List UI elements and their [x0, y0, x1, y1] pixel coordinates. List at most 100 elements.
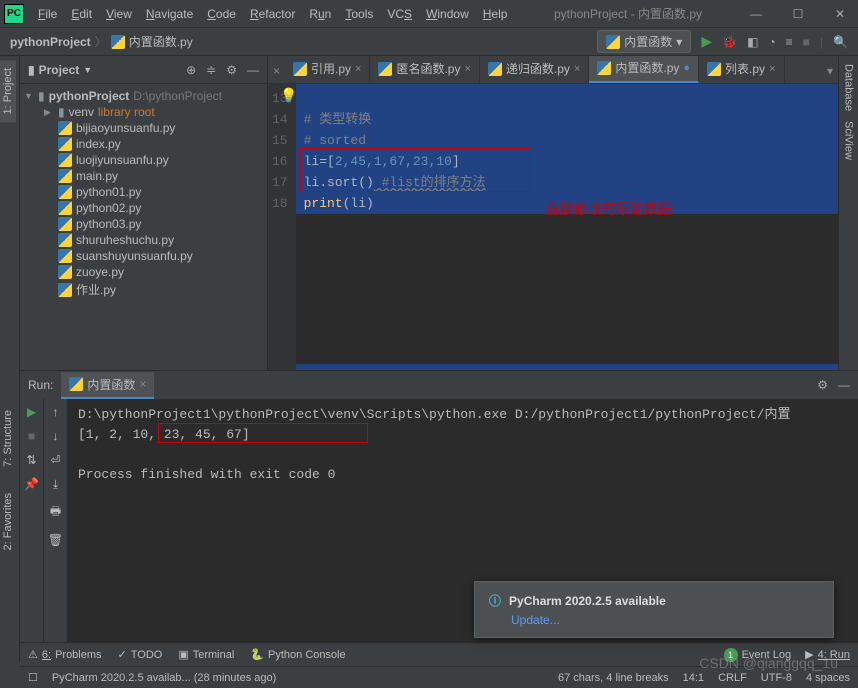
- tree-file[interactable]: bijiaoyunsuanfu.py: [20, 120, 267, 136]
- hide-panel-icon[interactable]: —: [838, 378, 850, 392]
- status-notification[interactable]: PyCharm 2020.2.5 availab... (28 minutes …: [52, 672, 276, 684]
- sciview-tool-tab[interactable]: SciView: [843, 121, 855, 160]
- close-icon[interactable]: ×: [574, 63, 580, 75]
- editor-tab[interactable]: 递归函数.py×: [480, 56, 589, 83]
- gutter[interactable]: 13 14 15 16 17 18: [268, 84, 296, 370]
- menu-window[interactable]: Window: [420, 4, 475, 24]
- rerun-button[interactable]: ▶: [27, 405, 36, 419]
- tree-root[interactable]: ▼ ▮ pythonProject D:\pythonProject: [20, 88, 267, 104]
- stop-button[interactable]: ■: [28, 429, 35, 443]
- tab-overflow-icon[interactable]: ×: [268, 59, 285, 83]
- structure-tool-tab[interactable]: 7: Structure: [0, 402, 16, 475]
- status-position[interactable]: 14:1: [683, 672, 704, 684]
- problems-button[interactable]: ⚠ 6: Problems: [28, 648, 102, 661]
- run-button[interactable]: ▶: [701, 33, 712, 50]
- down-icon[interactable]: ↓: [53, 429, 59, 443]
- todo-button[interactable]: ✓ TODO: [118, 648, 163, 661]
- menu-refactor[interactable]: Refactor: [244, 4, 301, 24]
- project-tool-tab[interactable]: 1: Project: [0, 60, 16, 122]
- menu-tools[interactable]: Tools: [339, 4, 379, 24]
- expand-all-icon[interactable]: ≑: [206, 63, 216, 77]
- problems-label: 6:: [42, 649, 51, 661]
- debug-button[interactable]: 🐞: [722, 35, 737, 49]
- code-content[interactable]: # 类型转换 # sorted li=[2,45,1,67,23,10] li.…: [296, 84, 838, 370]
- terminal-button[interactable]: ▣ Terminal: [178, 648, 234, 661]
- gear-icon[interactable]: ⚙: [226, 63, 237, 77]
- tree-file[interactable]: python01.py: [20, 184, 267, 200]
- favorites-tool-tab[interactable]: 2: Favorites: [0, 485, 16, 558]
- print-icon[interactable]: 🖶: [50, 502, 61, 523]
- scroll-to-end-icon[interactable]: ⤓: [53, 477, 58, 492]
- hide-panel-icon[interactable]: —: [247, 63, 259, 77]
- menu-help[interactable]: Help: [477, 4, 514, 24]
- python-file-icon: [58, 201, 72, 215]
- database-tool-tab[interactable]: Database: [843, 64, 855, 111]
- menu-run[interactable]: Run: [303, 4, 337, 24]
- tree-file[interactable]: python03.py: [20, 216, 267, 232]
- tree-venv[interactable]: ▶ ▮ venv library root: [20, 104, 267, 120]
- python-console-button[interactable]: 🐍 Python Console: [250, 648, 345, 661]
- tree-file[interactable]: suanshuyunsuanfu.py: [20, 248, 267, 264]
- ai-button[interactable]: ≡: [786, 35, 793, 49]
- breadcrumb-root[interactable]: pythonProject: [10, 35, 91, 49]
- run-tab[interactable]: 内置函数 ×: [61, 372, 154, 399]
- close-icon[interactable]: ×: [464, 63, 470, 75]
- menu-file[interactable]: File: [32, 4, 63, 24]
- notification-title: PyCharm 2020.2.5 available: [509, 594, 666, 608]
- run-tool-button[interactable]: ▶ 4: Run: [805, 648, 850, 661]
- expand-arrow-icon[interactable]: ▼: [24, 91, 34, 101]
- menu-navigate[interactable]: Navigate: [140, 4, 199, 24]
- python-console-label: Python Console: [268, 649, 346, 661]
- status-encoding[interactable]: UTF-8: [761, 672, 792, 684]
- gear-icon[interactable]: ⚙: [817, 378, 828, 392]
- breadcrumb-file[interactable]: 内置函数.py: [129, 33, 193, 50]
- project-tree[interactable]: ▼ ▮ pythonProject D:\pythonProject ▶ ▮ v…: [20, 84, 267, 370]
- tree-file[interactable]: 作业.py: [20, 280, 267, 299]
- editor-tab[interactable]: 匿名函数.py×: [370, 56, 479, 83]
- update-link[interactable]: Update...: [511, 613, 819, 627]
- tree-file[interactable]: python02.py: [20, 200, 267, 216]
- menu-vcs[interactable]: VCS: [381, 4, 418, 24]
- status-eol[interactable]: CRLF: [718, 672, 747, 684]
- search-button[interactable]: 🔍: [833, 35, 848, 49]
- menu-edit[interactable]: Edit: [65, 4, 98, 24]
- tree-file[interactable]: shuruheshuchu.py: [20, 232, 267, 248]
- chevron-down-icon[interactable]: ▾: [822, 59, 838, 83]
- breadcrumb[interactable]: pythonProject 〉 内置函数.py: [10, 33, 193, 50]
- status-indent[interactable]: 4 spaces: [806, 672, 850, 684]
- editor-tab[interactable]: 列表.py×: [699, 56, 784, 83]
- close-icon[interactable]: ×: [355, 63, 361, 75]
- tree-file[interactable]: luojiyunsuanfu.py: [20, 152, 267, 168]
- notification-popup[interactable]: ⓘ PyCharm 2020.2.5 available Update...: [474, 581, 834, 638]
- run-config-dropdown[interactable]: 内置函数 ▾: [597, 30, 691, 53]
- collapse-arrow-icon[interactable]: ▶: [44, 107, 54, 118]
- status-icon[interactable]: ☐: [28, 671, 38, 684]
- code-editor[interactable]: 💡 ▲ 9 ∧ ∨ 13 14 15 16 17 18 # 类型转换 # sor…: [268, 84, 838, 370]
- panel-title[interactable]: ▮ Project ▼: [28, 63, 92, 77]
- close-button[interactable]: ✕: [826, 7, 854, 21]
- close-icon[interactable]: ×: [769, 63, 775, 75]
- menu-code[interactable]: Code: [201, 4, 242, 24]
- tree-file[interactable]: main.py: [20, 168, 267, 184]
- up-icon[interactable]: ↑: [53, 405, 59, 419]
- minimize-button[interactable]: —: [742, 7, 770, 21]
- tree-file[interactable]: zuoye.py: [20, 264, 267, 280]
- python-file-icon: [58, 249, 72, 263]
- close-icon[interactable]: ×: [139, 377, 146, 391]
- profile-button[interactable]: ◔: [768, 35, 775, 49]
- soft-wrap-icon[interactable]: ⏎: [50, 453, 60, 467]
- layout-button[interactable]: ⇅: [26, 453, 36, 467]
- stop-button[interactable]: ■: [803, 35, 810, 49]
- menu-view[interactable]: View: [100, 4, 138, 24]
- select-opened-file-icon[interactable]: ⊕: [186, 63, 196, 77]
- coverage-button[interactable]: ◧: [747, 35, 758, 49]
- maximize-button[interactable]: ☐: [784, 7, 812, 21]
- editor-tab[interactable]: 内置函数.py●: [589, 56, 699, 83]
- tree-file[interactable]: index.py: [20, 136, 267, 152]
- event-log-button[interactable]: 1 Event Log: [724, 648, 792, 662]
- editor-tab[interactable]: 引用.py×: [285, 56, 370, 83]
- modified-icon[interactable]: ●: [683, 62, 690, 74]
- tree-path: D:\pythonProject: [133, 89, 222, 103]
- clear-icon[interactable]: 🗑: [48, 533, 63, 547]
- pin-button[interactable]: 📌: [24, 477, 39, 491]
